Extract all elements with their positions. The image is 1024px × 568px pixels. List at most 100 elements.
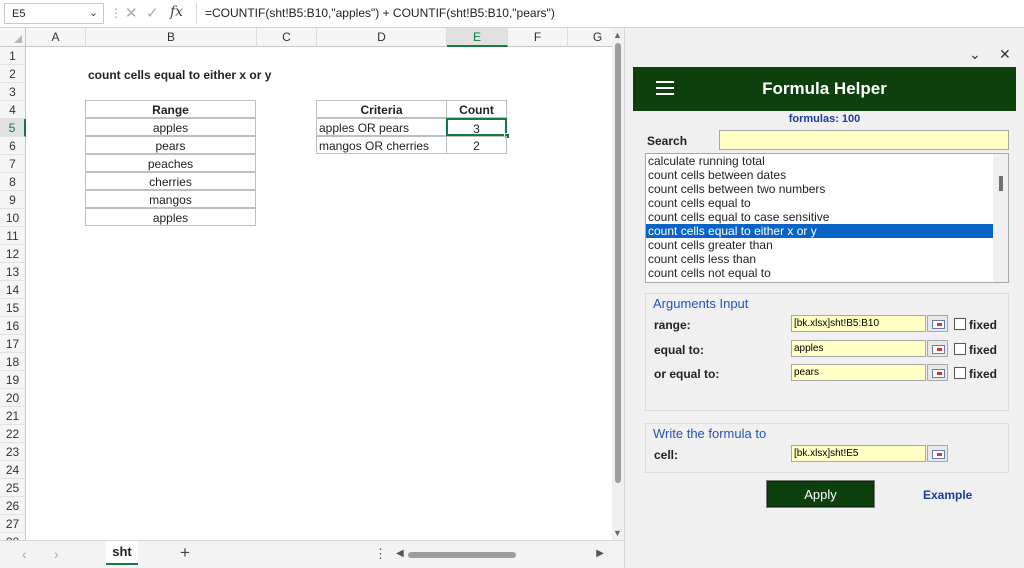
row-header-14[interactable]: 14 [0,281,26,299]
column-header-e[interactable]: E [447,28,508,47]
cancel-icon[interactable]: ✕ [125,4,138,22]
range-value-cell[interactable]: mangos [85,190,256,208]
row-header-23[interactable]: 23 [0,443,26,461]
row-header-15[interactable]: 15 [0,299,26,317]
formula-list-item[interactable]: count cells not equal to [646,266,993,280]
example-link[interactable]: Example [923,488,972,502]
fixed-checkbox[interactable] [954,343,966,355]
sheet-tab-sht[interactable]: sht [106,541,138,565]
fixed-checkbox[interactable] [954,318,966,330]
count-cell[interactable]: 2 [446,136,507,154]
formula-list-item[interactable]: count cells between dates [646,168,993,182]
hamburger-menu-icon[interactable] [656,81,674,95]
formula-list-item[interactable]: count cells equal to case sensitive [646,210,993,224]
insert-function-icon[interactable]: fx [170,4,183,20]
row-header-19[interactable]: 19 [0,371,26,389]
row-header-17[interactable]: 17 [0,335,26,353]
equal-to-input[interactable] [791,340,926,357]
column-header-g[interactable]: G [568,28,612,47]
select-all-corner[interactable] [0,28,26,47]
row-header-1[interactable]: 1 [0,47,26,65]
formula-list-item[interactable]: count cells greater than [646,238,993,252]
scroll-down-icon[interactable]: ▼ [613,528,622,538]
vertical-scrollbar[interactable]: ▲ ▼ [612,28,624,540]
range-select-icon[interactable] [927,364,948,381]
column-header-f[interactable]: F [508,28,568,47]
row-header-16[interactable]: 16 [0,317,26,335]
row-header-13[interactable]: 13 [0,263,26,281]
scroll-thumb[interactable] [408,552,516,558]
scroll-thumb[interactable] [615,43,621,483]
scroll-right-icon[interactable]: ▶ [596,548,604,559]
formula-input[interactable]: =COUNTIF(sht!B5:B10,"apples") + COUNTIF(… [196,3,1022,24]
range-select-icon[interactable] [927,315,948,332]
criteria-header-cell[interactable]: Criteria [316,100,447,118]
range-value-cell[interactable]: apples [85,118,256,136]
target-cell-input[interactable] [791,445,926,462]
formula-list-item[interactable]: count cells equal to either x or y [646,224,993,238]
range-select-icon[interactable] [927,340,948,357]
formula-list[interactable]: calculate running total count cells betwe… [645,153,1009,283]
criteria-cell[interactable]: apples OR pears [316,118,447,136]
column-header-a[interactable]: A [26,28,86,47]
row-header-26[interactable]: 26 [0,497,26,515]
row-header-27[interactable]: 27 [0,515,26,533]
horizontal-scrollbar[interactable]: ◀ ▶ [394,548,606,561]
range-input[interactable] [791,315,926,332]
count-cell-active[interactable]: 3 [446,118,507,136]
name-box[interactable]: E5 ⌄ [4,3,104,24]
next-sheet-icon[interactable]: › [54,546,59,562]
range-value-cell[interactable]: apples [85,208,256,226]
row-header-28[interactable]: 28 [0,533,26,540]
enter-icon[interactable]: ✓ [146,4,159,22]
column-header-c[interactable]: C [257,28,317,47]
or-equal-to-input[interactable] [791,364,926,381]
formula-count: formulas: 100 [788,113,861,125]
column-header-d[interactable]: D [317,28,447,47]
scroll-up-icon[interactable]: ▲ [613,30,622,40]
fixed-checkbox[interactable] [954,367,966,379]
row-header-12[interactable]: 12 [0,245,26,263]
formula-list-item[interactable]: calculate running total [646,154,993,168]
row-header-21[interactable]: 21 [0,407,26,425]
scroll-thumb[interactable] [999,176,1003,191]
row-header-3[interactable]: 3 [0,83,26,101]
row-header-8[interactable]: 8 [0,173,26,191]
row-header-25[interactable]: 25 [0,479,26,497]
range-select-icon[interactable] [927,445,948,462]
more-options-icon[interactable]: ⋮ [374,546,387,562]
list-scrollbar[interactable] [993,154,1008,282]
range-header-cell[interactable]: Range [85,100,256,118]
search-input[interactable] [719,130,1009,150]
worksheet[interactable]: ABCDEFG 1 2 3 4 5 6 7 8 9 10 11 12 13 14 15 16 17 18 19 20 2… [0,28,612,540]
row-header-6[interactable]: 6 [0,137,26,155]
prev-sheet-icon[interactable]: ‹ [22,546,27,562]
criteria-cell[interactable]: mangos OR cherries [316,136,447,154]
column-header-b[interactable]: B [86,28,257,47]
add-sheet-icon[interactable]: + [180,543,190,563]
close-icon[interactable]: ✕ [999,46,1011,63]
scroll-left-icon[interactable]: ◀ [396,548,404,559]
row-header-18[interactable]: 18 [0,353,26,371]
count-header-cell[interactable]: Count [446,100,507,118]
sheet-title-cell[interactable]: count cells equal to either x or y [88,66,288,84]
apply-button[interactable]: Apply [766,480,875,508]
row-header-7[interactable]: 7 [0,155,26,173]
row-header-2[interactable]: 2 [0,65,26,83]
range-value-cell[interactable]: pears [85,136,256,154]
row-header-5[interactable]: 5 [0,119,26,137]
chevron-down-icon[interactable]: ⌄ [969,46,981,63]
chevron-down-icon[interactable]: ⌄ [89,6,98,19]
row-header-4[interactable]: 4 [0,101,26,119]
row-header-20[interactable]: 20 [0,389,26,407]
row-header-10[interactable]: 10 [0,209,26,227]
formula-list-item[interactable]: count cells between two numbers [646,182,993,196]
range-value-cell[interactable]: cherries [85,172,256,190]
formula-list-item[interactable]: count cells less than [646,252,993,266]
range-value-cell[interactable]: peaches [85,154,256,172]
row-header-11[interactable]: 11 [0,227,26,245]
row-header-9[interactable]: 9 [0,191,26,209]
row-header-24[interactable]: 24 [0,461,26,479]
formula-list-item[interactable]: count cells equal to [646,196,993,210]
row-header-22[interactable]: 22 [0,425,26,443]
